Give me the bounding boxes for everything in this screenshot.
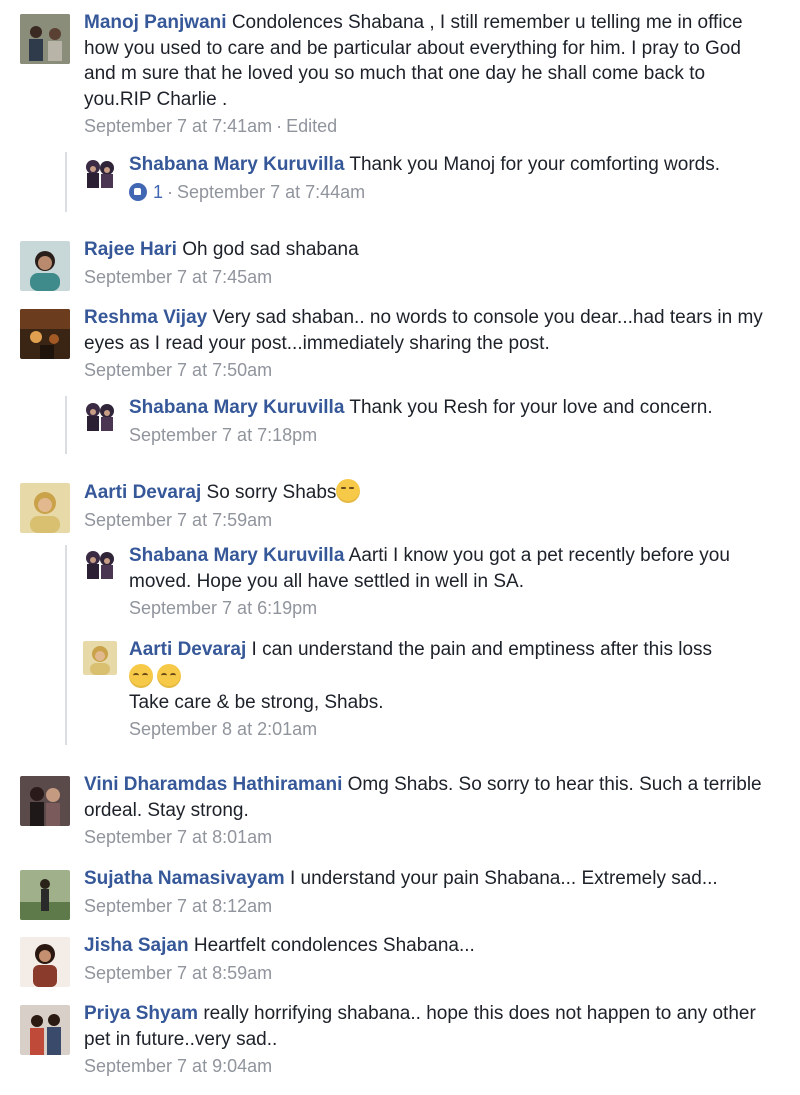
comment-meta: September 7 at 8:59am	[84, 961, 770, 985]
comment-timestamp[interactable]: September 7 at 9:04am	[84, 1056, 272, 1076]
comment-timestamp[interactable]: September 7 at 7:45am	[84, 267, 272, 287]
comment-author[interactable]: Reshma Vijay	[84, 307, 207, 328]
comment-meta: September 7 at 7:45am	[84, 265, 770, 289]
comment-body: Shabana Mary Kuruvilla Thank you Manoj f…	[129, 152, 770, 204]
avatar[interactable]	[83, 399, 117, 433]
reply-thread-line	[65, 545, 67, 745]
avatar[interactable]	[20, 1005, 70, 1055]
comment-body: Manoj Panjwani Condolences Shabana , I s…	[84, 10, 770, 138]
comment-body: Jisha Sajan Heartfelt condolences Shaban…	[84, 933, 770, 985]
reply-thread-line	[65, 152, 67, 212]
comment-text: Thank you Resh for your love and concern…	[349, 397, 713, 418]
comment-text: I can understand the pain and emptiness …	[251, 639, 713, 660]
comment-timestamp[interactable]: September 7 at 8:01am	[84, 827, 272, 847]
comment-author[interactable]: Sujatha Namasivayam	[84, 868, 285, 889]
pensive-face-emoji	[129, 663, 153, 688]
avatar[interactable]	[83, 156, 117, 190]
comment-author[interactable]: Priya Shyam	[84, 1003, 198, 1024]
reply-thread-line	[65, 396, 67, 454]
comment-body: Rajee Hari Oh god sad shabana September …	[84, 237, 770, 289]
comment-meta: September 7 at 7:50am	[84, 358, 770, 382]
comment-meta: September 7 at 7:59am	[84, 508, 770, 532]
comment-text: I understand your pain Shabana... Extrem…	[289, 868, 718, 889]
comment-body: Aarti Devaraj So sorry Shabs September 7…	[84, 479, 770, 532]
edited-label[interactable]: Edited	[286, 116, 337, 136]
pensive-face-emoji	[157, 663, 181, 688]
comment-author[interactable]: Jisha Sajan	[84, 935, 189, 956]
comment-text: Oh god sad shabana	[182, 239, 359, 260]
page-bottom-edge	[0, 1085, 800, 1095]
avatar[interactable]	[20, 14, 70, 64]
like-icon	[129, 182, 147, 201]
comment-body: Vini Dharamdas Hathiramani Omg Shabs. So…	[84, 772, 770, 849]
comment-meta: September 7 at 7:41am · Edited	[84, 114, 770, 138]
avatar[interactable]	[20, 309, 70, 359]
comment-meta: September 7 at 9:04am	[84, 1054, 770, 1078]
comment-body: Shabana Mary Kuruvilla Thank you Resh fo…	[129, 395, 770, 447]
comment-author[interactable]: Aarti Devaraj	[84, 482, 201, 503]
comment-meta: September 7 at 8:12am	[84, 894, 770, 918]
comment-author[interactable]: Shabana Mary Kuruvilla	[129, 545, 344, 566]
comment-timestamp[interactable]: September 7 at 7:44am	[177, 182, 365, 202]
comment-body: Aarti Devaraj I can understand the pain …	[129, 637, 770, 741]
comment-text-line2: Take care & be strong, Shabs.	[129, 691, 384, 713]
avatar[interactable]	[20, 483, 70, 533]
comment-meta: September 7 at 6:19pm	[129, 596, 770, 620]
comment-meta: September 7 at 8:01am	[84, 825, 770, 849]
comment-body: Shabana Mary Kuruvilla Aarti I know you …	[129, 543, 770, 620]
separator-dot: ·	[276, 116, 283, 136]
comment-timestamp[interactable]: September 7 at 7:50am	[84, 360, 272, 380]
avatar[interactable]	[83, 547, 117, 581]
avatar[interactable]	[83, 641, 117, 675]
avatar[interactable]	[20, 241, 70, 291]
comment-author[interactable]: Aarti Devaraj	[129, 639, 246, 660]
comment-timestamp[interactable]: September 7 at 7:59am	[84, 510, 272, 530]
comment-body: Priya Shyam really horrifying shabana.. …	[84, 1001, 770, 1078]
comment-text: Thank you Manoj for your comforting word…	[349, 154, 721, 175]
separator-dot: ·	[167, 181, 174, 202]
comment-author[interactable]: Rajee Hari	[84, 239, 177, 260]
comment-meta: 1 · September 7 at 7:44am	[129, 180, 770, 204]
comment-timestamp[interactable]: September 7 at 8:59am	[84, 963, 272, 983]
avatar[interactable]	[20, 937, 70, 987]
comment-timestamp[interactable]: September 7 at 6:19pm	[129, 598, 317, 618]
comment-author[interactable]: Vini Dharamdas Hathiramani	[84, 774, 342, 795]
comment-author[interactable]: Shabana Mary Kuruvilla	[129, 154, 344, 175]
comment-timestamp[interactable]: September 8 at 2:01am	[129, 719, 317, 739]
comment-meta: September 7 at 7:18pm	[129, 423, 770, 447]
comment-author[interactable]: Shabana Mary Kuruvilla	[129, 397, 344, 418]
comment-timestamp[interactable]: September 7 at 7:41am	[84, 116, 272, 136]
comment-timestamp[interactable]: September 7 at 8:12am	[84, 896, 272, 916]
comment-text: So sorry Shabs	[206, 482, 337, 503]
avatar[interactable]	[20, 776, 70, 826]
avatar[interactable]	[20, 870, 70, 920]
comment-author[interactable]: Manoj Panjwani	[84, 12, 227, 33]
emoji-row	[129, 663, 770, 690]
like-count[interactable]: 1	[153, 182, 163, 202]
comment-timestamp[interactable]: September 7 at 7:18pm	[129, 425, 317, 445]
comment-text: Heartfelt condolences Shabana...	[193, 935, 475, 956]
comment-meta: September 8 at 2:01am	[129, 717, 770, 741]
face-blowing-kiss-emoji	[336, 479, 361, 503]
comment-body: Sujatha Namasivayam I understand your pa…	[84, 866, 770, 918]
comment-body: Reshma Vijay Very sad shaban.. no words …	[84, 305, 770, 382]
